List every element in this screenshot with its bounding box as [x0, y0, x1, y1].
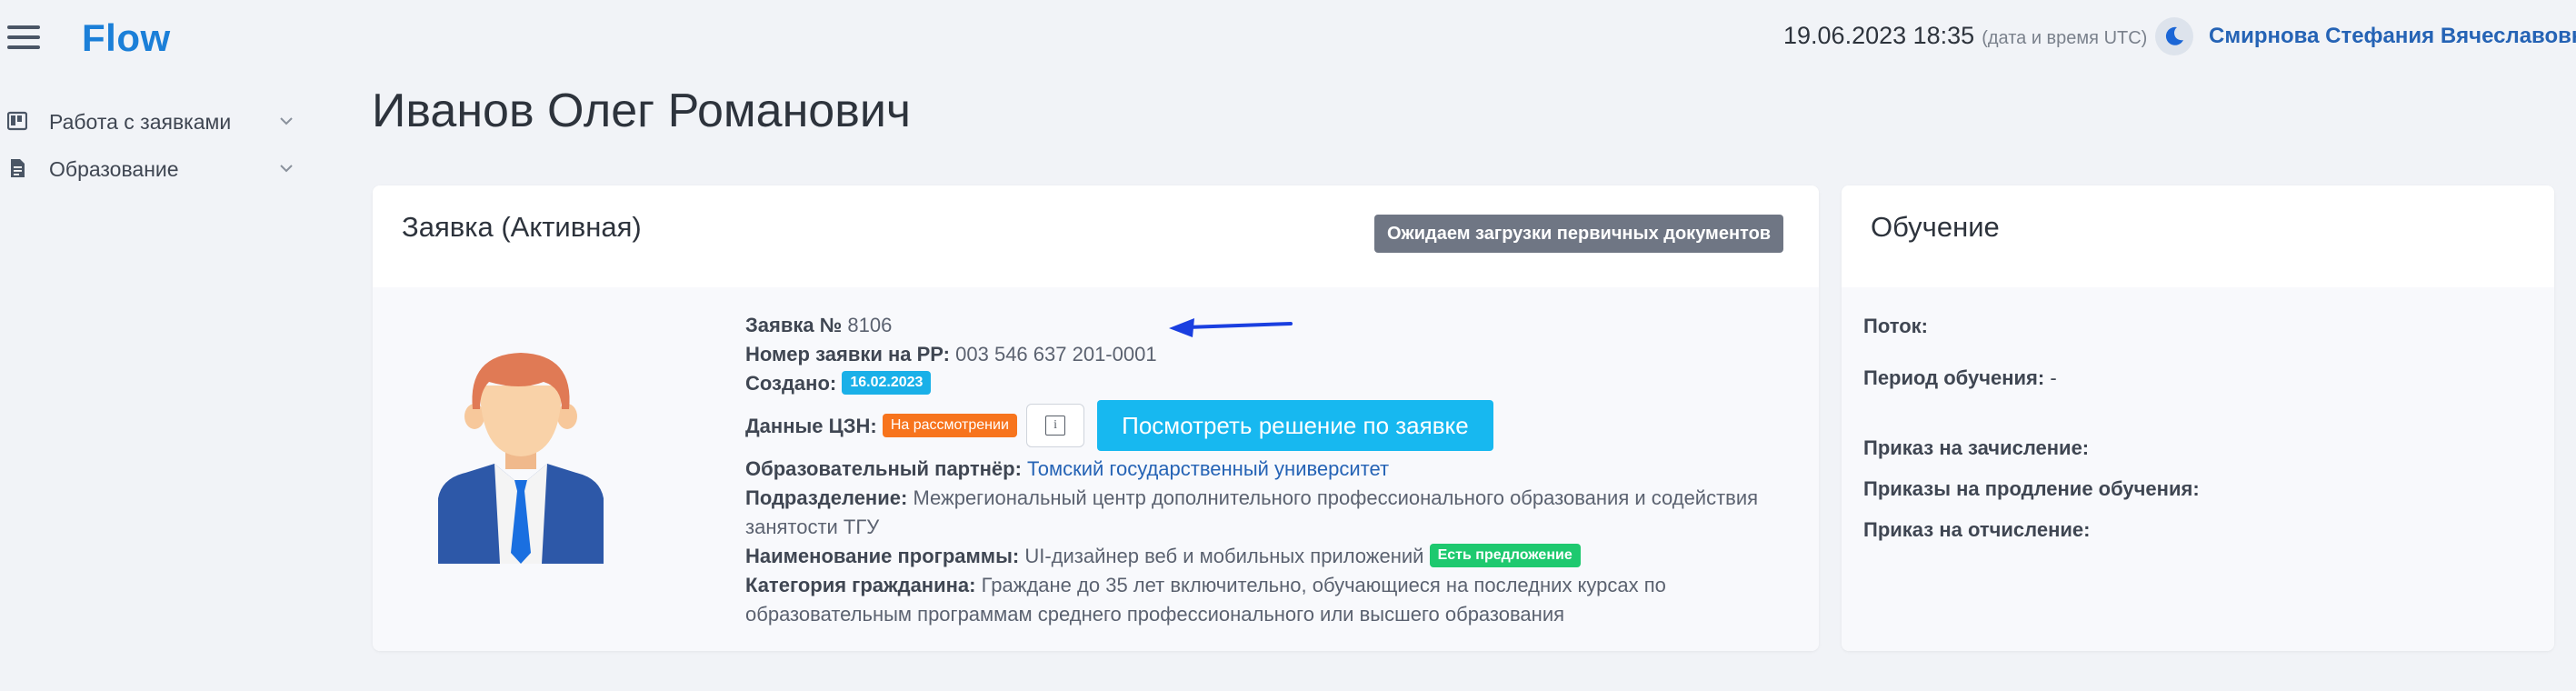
expel-order-label: Приказ на отчисление: [1863, 518, 2091, 541]
rr-number-row: Номер заявки на РР: 003 546 637 201-0001 [745, 340, 1800, 369]
program-label: Наименование программы: [745, 545, 1020, 567]
czn-row: Данные ЦЗН: На рассмотрении i Посмотреть… [745, 398, 1800, 455]
training-title: Обучение [1871, 211, 2000, 243]
status-badge: Ожидаем загрузки первичных документов [1374, 215, 1784, 253]
period-value: - [2050, 366, 2057, 389]
application-card-body: Заявка № 8106 Номер заявки на РР: 003 54… [373, 287, 1819, 651]
division-label: Подразделение: [745, 486, 908, 509]
enroll-order-label: Приказ на зачисление: [1863, 436, 2090, 459]
sidebar-item-education[interactable]: Образование [0, 149, 309, 196]
sidebar-item-label: Работа с заявками [49, 110, 232, 134]
program-row: Наименование программы: UI-дизайнер веб … [745, 542, 1800, 571]
period-label: Период обучения: [1863, 366, 2045, 389]
menu-toggle-icon[interactable] [7, 25, 40, 53]
stream-label: Поток: [1863, 315, 1928, 337]
application-title: Заявка (Активная) [402, 211, 642, 243]
division-row: Подразделение: Межрегиональный центр доп… [745, 484, 1800, 542]
avatar [438, 353, 604, 564]
application-number-label: Заявка № [745, 314, 843, 336]
page-title: Иванов Олег Романович [372, 85, 911, 137]
training-card: Обучение Поток: Период обучения: - Прика… [1842, 185, 2554, 651]
theme-toggle-button[interactable] [2155, 17, 2193, 55]
enroll-order-field: Приказ на зачисление: [1863, 436, 2089, 460]
program-value: UI-дизайнер веб и мобильных приложений [1024, 545, 1424, 567]
pointer-arrow-icon [1169, 318, 1293, 337]
kanban-icon [7, 111, 27, 131]
document-icon [11, 159, 25, 177]
datetime-value: 19.06.2023 18:35 [1783, 22, 1975, 49]
partner-link[interactable]: Томский государственный университет [1027, 457, 1389, 480]
czn-label: Данные ЦЗН: [745, 415, 877, 437]
datetime: 19.06.2023 18:35 (дата и время UTC) [1783, 22, 2147, 50]
application-number-value: 8106 [847, 314, 893, 336]
sidebar-item-label: Образование [49, 157, 179, 181]
sidebar-item-applications[interactable]: Работа с заявками [0, 102, 309, 149]
period-field: Период обучения: - [1863, 366, 2057, 390]
created-label: Создано: [745, 372, 837, 395]
app-logo[interactable]: Flow [82, 16, 171, 60]
training-card-header: Обучение [1842, 185, 2554, 287]
user-name[interactable]: Смирнова Стефания Вячеславовна [2209, 24, 2576, 49]
rr-number-value: 003 546 637 201-0001 [955, 343, 1157, 366]
category-row: Категория гражданина: Граждане до 35 лет… [745, 571, 1800, 629]
training-card-body: Поток: Период обучения: - Приказ на зачи… [1842, 287, 2554, 651]
sidebar: Работа с заявками Образование [0, 102, 309, 196]
offer-badge: Есть предложение [1429, 544, 1581, 568]
created-date-badge: 16.02.2023 [842, 371, 932, 396]
category-label: Категория гражданина: [745, 574, 976, 596]
czn-info-button[interactable]: i [1026, 404, 1085, 448]
extend-order-label: Приказы на продление обучения: [1863, 477, 2200, 500]
datetime-note: (дата и время UTC) [1982, 28, 2148, 48]
application-card-header: Заявка (Активная) Ожидаем загрузки перви… [373, 185, 1819, 287]
application-card: Заявка (Активная) Ожидаем загрузки перви… [373, 185, 1819, 651]
chevron-down-icon [280, 117, 293, 125]
partner-label: Образовательный партнёр: [745, 457, 1022, 480]
moon-icon [2165, 26, 2183, 45]
expel-order-field: Приказ на отчисление: [1863, 518, 2090, 542]
chevron-down-icon [280, 165, 293, 173]
application-info: Заявка № 8106 Номер заявки на РР: 003 54… [745, 311, 1800, 629]
extend-order-field: Приказы на продление обучения: [1863, 477, 2200, 501]
rr-number-label: Номер заявки на РР: [745, 343, 951, 366]
partner-row: Образовательный партнёр: Томский государ… [745, 455, 1800, 484]
top-bar: Flow 19.06.2023 18:35 (дата и время UTC) … [0, 0, 2576, 78]
created-row: Создано: 16.02.2023 [745, 369, 1800, 398]
info-icon: i [1045, 416, 1066, 436]
czn-status-badge: На рассмотрении [882, 414, 1017, 438]
view-decision-button[interactable]: Посмотреть решение по заявке [1097, 400, 1493, 452]
stream-field: Поток: [1863, 315, 1928, 338]
